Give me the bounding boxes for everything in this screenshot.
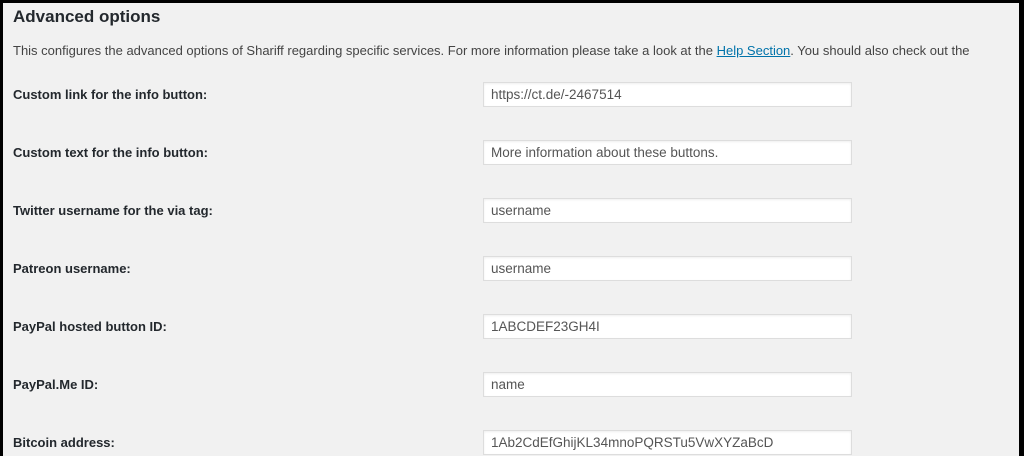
section-title: Advanced options <box>13 7 161 26</box>
bitcoin-address-input[interactable] <box>483 430 852 455</box>
twitter-label: Twitter username for the via tag: <box>13 203 213 218</box>
section-description: This configures the advanced options of … <box>13 43 970 58</box>
bitcoin-row: Bitcoin address: <box>3 430 1019 456</box>
patreon-label: Patreon username: <box>13 261 131 276</box>
paypalme-label: PayPal.Me ID: <box>13 377 99 392</box>
patreon-username-input[interactable] <box>483 256 852 281</box>
paypalme-id-input[interactable] <box>483 372 852 397</box>
bitcoin-label: Bitcoin address: <box>13 435 115 450</box>
info-text-label: Custom text for the info button: <box>13 145 208 160</box>
paypal-button-row: PayPal hosted button ID: <box>3 314 1019 340</box>
help-section-link[interactable]: Help Section <box>717 43 791 58</box>
patreon-row: Patreon username: <box>3 256 1019 282</box>
info-link-row: Custom link for the info button: <box>3 82 1019 108</box>
settings-panel: Advanced options This configures the adv… <box>3 3 1019 456</box>
paypal-button-label: PayPal hosted button ID: <box>13 319 167 334</box>
info-text-input[interactable] <box>483 140 852 165</box>
info-link-label: Custom link for the info button: <box>13 87 208 102</box>
twitter-username-input[interactable] <box>483 198 852 223</box>
paypalme-row: PayPal.Me ID: <box>3 372 1019 398</box>
info-text-row: Custom text for the info button: <box>3 140 1019 166</box>
description-text: This configures the advanced options of … <box>13 43 717 58</box>
twitter-row: Twitter username for the via tag: <box>3 198 1019 224</box>
description-text-continued: . You should also check out the <box>790 43 970 58</box>
paypal-button-id-input[interactable] <box>483 314 852 339</box>
info-link-input[interactable] <box>483 82 852 107</box>
